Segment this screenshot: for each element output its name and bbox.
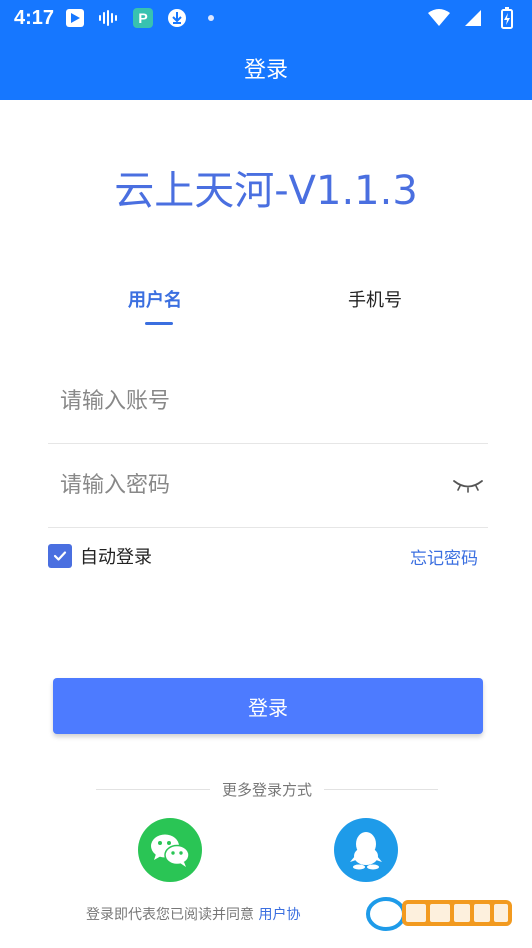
password-field-row [48,444,488,528]
download-icon [166,7,188,29]
login-options-row: 自动登录 忘记密码 [48,542,488,570]
play-store-icon [64,7,86,29]
status-bar: 4:17 P [0,0,532,36]
battery-charging-icon [496,7,518,29]
app-bar: 登录 [0,36,532,100]
status-icons-left: P [64,7,222,29]
divider-line-right [324,788,439,790]
eye-closed-icon[interactable] [452,476,484,496]
signal-icon [462,7,484,29]
agreement-notice: 登录即代表您已阅读并同意 用户协 [86,904,300,924]
more-login-label: 更多登录方式 [222,780,313,799]
account-input[interactable] [48,389,428,414]
dot-icon [200,7,222,29]
wechat-icon [151,834,190,867]
watermark-logo [366,892,516,932]
agreement-text: 登录即代表您已阅读并同意 [86,907,254,923]
svg-text:P: P [138,10,147,26]
app-title: 云上天河-V1.1.3 [114,168,418,214]
login-button[interactable]: 登录 [53,678,483,734]
auto-login-label[interactable]: 自动登录 [80,543,152,569]
user-agreement-link[interactable]: 用户协 [258,907,300,923]
app-p-icon: P [132,7,154,29]
status-time: 4:17 [14,6,55,29]
wechat-login-button[interactable] [138,818,202,882]
divider-line-left [96,788,210,790]
tab-phone[interactable]: 手机号 [348,286,402,312]
audio-wave-icon [98,7,120,29]
wifi-icon [428,7,450,29]
forgot-password-link[interactable]: 忘记密码 [410,544,478,569]
checkmark-icon [53,551,67,561]
account-field-row [48,360,488,444]
auto-login-checkbox[interactable] [48,544,72,568]
login-tabs: 用户名 手机号 [0,286,532,336]
password-input[interactable] [48,473,428,498]
more-login-divider: 更多登录方式 [96,778,439,800]
qq-login-button[interactable] [334,818,398,882]
qq-icon [350,832,382,870]
app-bar-title: 登录 [243,58,288,83]
tab-active-indicator [145,322,173,325]
tab-username[interactable]: 用户名 [128,286,182,312]
status-icons-right [428,7,518,29]
